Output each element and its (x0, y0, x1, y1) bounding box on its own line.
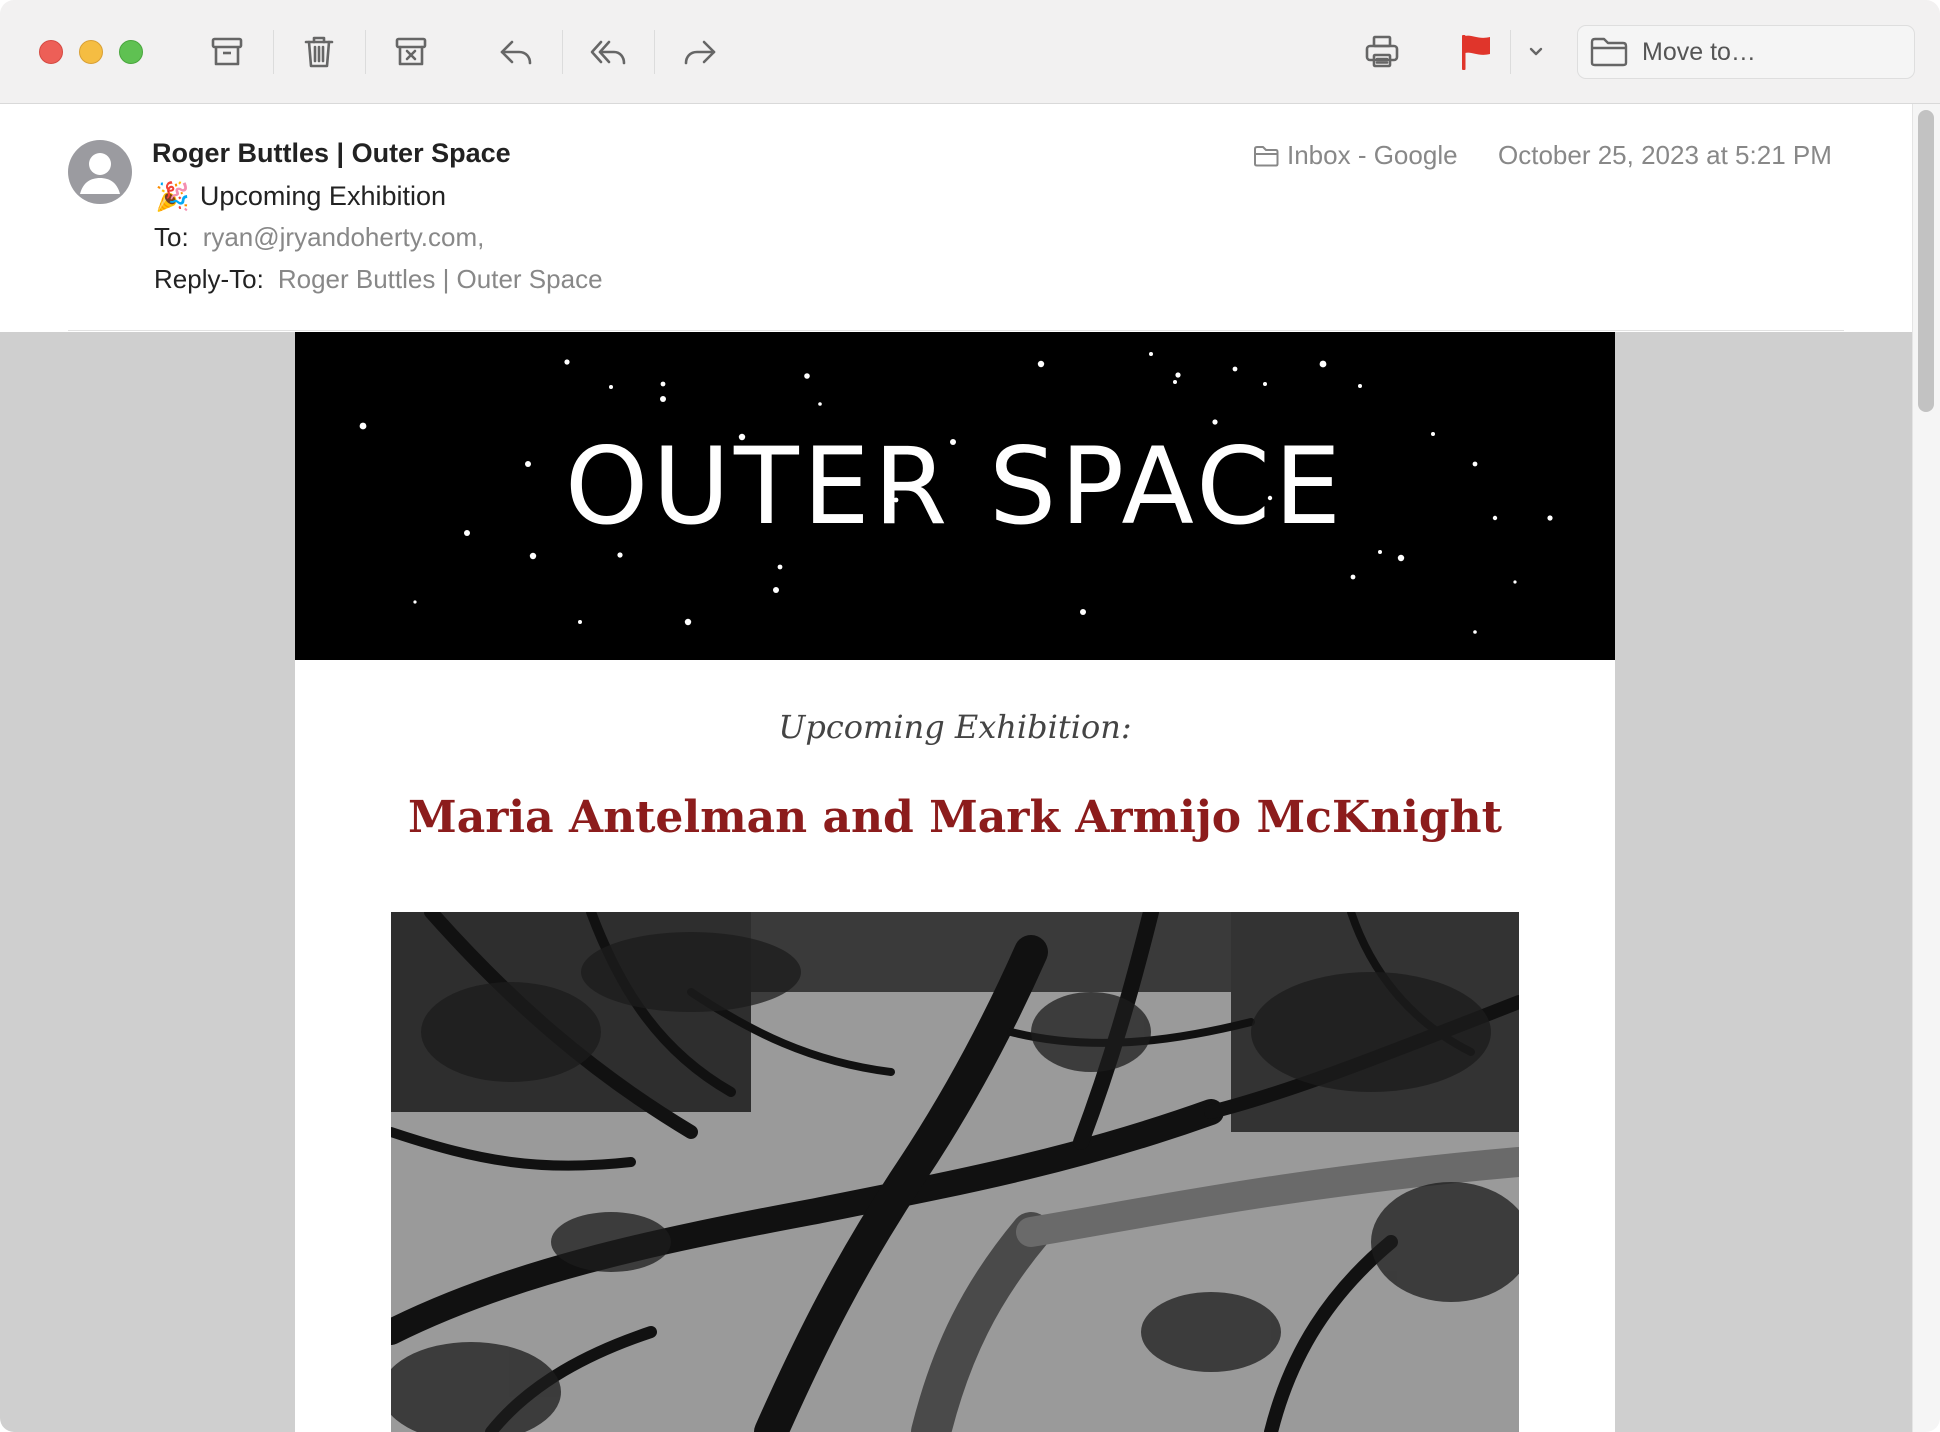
flag-button[interactable] (1448, 28, 1504, 76)
mailbox-label[interactable]: Inbox - Google (1253, 140, 1458, 171)
toolbar-divider (562, 30, 563, 74)
message-header: Roger Buttles | Outer Space 🎉 Upcoming E… (0, 104, 1912, 332)
toolbar-divider (1510, 30, 1511, 74)
subject-text: Upcoming Exhibition (199, 181, 446, 211)
trash-icon (304, 36, 334, 68)
mailbox-name: Inbox - Google (1287, 140, 1458, 170)
message-body: OUTER SPACE Upcoming Exhibition: Maria A… (0, 332, 1912, 1432)
reply-all-button[interactable] (580, 26, 636, 78)
print-button[interactable] (1354, 26, 1410, 78)
to-label: To: (154, 222, 189, 252)
move-to-button[interactable]: Move to… (1577, 25, 1915, 79)
reply-icon (500, 40, 532, 65)
email-content: OUTER SPACE Upcoming Exhibition: Maria A… (295, 332, 1615, 1432)
junk-button[interactable] (383, 26, 439, 78)
party-popper-icon: 🎉 (155, 181, 190, 212)
reply-all-icon (590, 40, 626, 65)
folder-icon (1590, 37, 1628, 67)
archive-button[interactable] (199, 26, 255, 78)
reply-to-line: Reply-To: Roger Buttles | Outer Space (154, 264, 603, 295)
zoom-window-button[interactable] (119, 40, 143, 64)
person-icon (80, 153, 120, 194)
reply-to-address[interactable]: Roger Buttles | Outer Space (278, 264, 603, 294)
toolbar-divider (273, 30, 274, 74)
to-address[interactable]: ryan@jryandoherty.com, (203, 222, 485, 252)
folder-icon (1254, 145, 1279, 166)
toolbar: Move to… (0, 0, 1940, 104)
junk-icon (395, 37, 427, 66)
exhibition-photo (391, 912, 1519, 1432)
archive-icon (211, 37, 243, 66)
chevron-down-icon (1529, 47, 1543, 56)
forward-icon (684, 40, 716, 65)
scrollbar[interactable] (1912, 104, 1940, 1432)
move-to-label: Move to… (1642, 37, 1756, 66)
reply-to-label: Reply-To: (154, 264, 264, 294)
toolbar-divider (365, 30, 366, 74)
toolbar-divider (654, 30, 655, 74)
avatar (68, 140, 132, 204)
header-divider (68, 330, 1844, 331)
exhibition-intro: Upcoming Exhibition: (778, 708, 1132, 746)
subject-line: 🎉 Upcoming Exhibition (155, 180, 446, 213)
to-line: To: ryan@jryandoherty.com, (154, 222, 484, 253)
sender-name[interactable]: Roger Buttles | Outer Space (152, 138, 511, 169)
delete-button[interactable] (291, 26, 347, 78)
scrollbar-thumb[interactable] (1918, 110, 1934, 412)
mail-window: Move to… Roger Buttles | Outer Space 🎉 U… (0, 0, 1940, 1432)
outer-space-banner: OUTER SPACE (295, 332, 1615, 660)
exhibition-artists: Maria Antelman and Mark Armijo McKnight (408, 792, 1502, 843)
forward-button[interactable] (672, 26, 728, 78)
reply-button[interactable] (488, 26, 544, 78)
outer-space-logo: OUTER SPACE (564, 425, 1346, 548)
flag-menu-button[interactable] (1520, 28, 1552, 76)
tree-branches-image (391, 912, 1519, 1432)
flag-icon (1462, 35, 1490, 70)
message-date: October 25, 2023 at 5:21 PM (1498, 140, 1832, 170)
close-window-button[interactable] (39, 40, 63, 64)
minimize-window-button[interactable] (79, 40, 103, 64)
printer-icon (1365, 35, 1399, 68)
